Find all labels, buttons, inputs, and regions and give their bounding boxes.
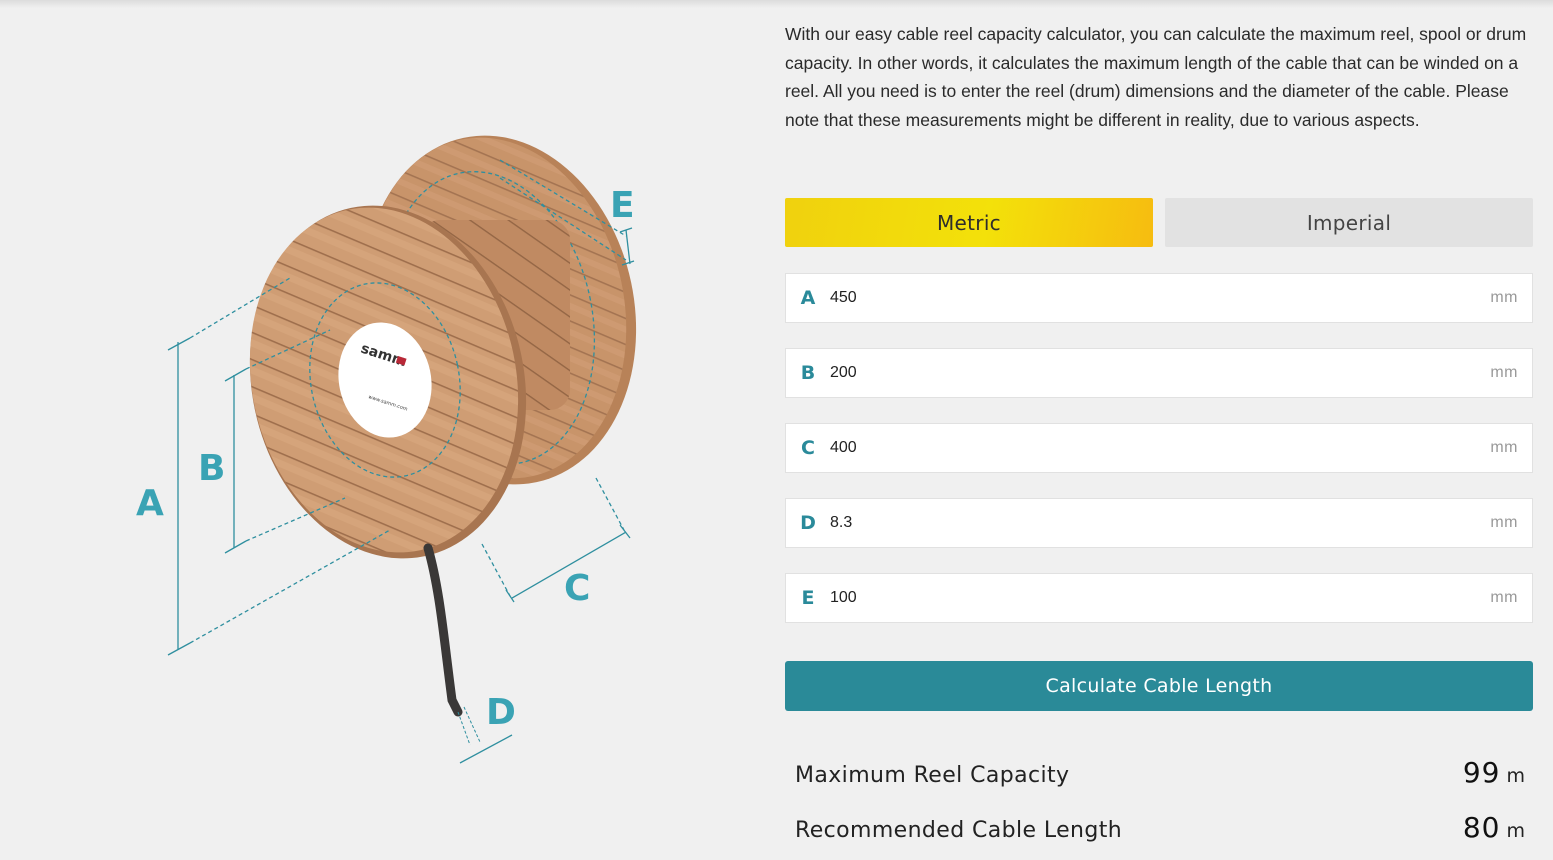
unit-toggle: Metric Imperial [785, 198, 1533, 247]
field-e-input[interactable] [830, 589, 1458, 607]
recommended-length-value: 80 [1462, 811, 1501, 844]
max-capacity-label: Maximum Reel Capacity [795, 763, 1070, 788]
recommended-length-value-group: 80 m [1463, 811, 1525, 844]
intro-text: With our easy cable reel capacity calcul… [785, 24, 1527, 130]
field-e-letter: E [801, 587, 815, 609]
dimension-label-a: A [136, 483, 164, 524]
imperial-button[interactable]: Imperial [1165, 198, 1533, 247]
dimension-label-e: E [610, 185, 635, 226]
field-c-unit: mm [1490, 439, 1518, 456]
max-capacity-value-group: 99 m [1463, 756, 1525, 789]
max-capacity-row: Maximum Reel Capacity 99 m [795, 756, 1525, 796]
field-b-unit: mm [1490, 364, 1518, 381]
dimension-label-c: C [564, 568, 590, 609]
field-a: A mm [785, 273, 1533, 323]
dimension-label-b: B [198, 448, 225, 489]
field-e: E mm [785, 573, 1533, 623]
cable-reel-illustration: samm www.samm.com A B C D E [136, 135, 637, 764]
field-d-unit: mm [1490, 514, 1518, 531]
field-b: B mm [785, 348, 1533, 398]
field-e-unit: mm [1490, 589, 1518, 606]
field-b-letter: B [800, 362, 816, 384]
field-b-input[interactable] [830, 364, 1458, 382]
max-capacity-unit: m [1506, 765, 1525, 787]
field-d-letter: D [800, 512, 816, 534]
field-c-input[interactable] [830, 439, 1458, 457]
field-d-input[interactable] [830, 514, 1458, 532]
field-a-input[interactable] [830, 289, 1458, 307]
recommended-length-label: Recommended Cable Length [795, 818, 1123, 843]
field-c-letter: C [801, 437, 815, 459]
cable [423, 543, 463, 717]
calculate-button[interactable]: Calculate Cable Length [785, 661, 1533, 711]
field-d: D mm [785, 498, 1533, 548]
recommended-length-unit: m [1506, 820, 1525, 842]
field-c: C mm [785, 423, 1533, 473]
dimension-label-d: D [486, 692, 516, 733]
field-a-letter: A [800, 287, 816, 309]
field-a-unit: mm [1490, 289, 1518, 306]
metric-button[interactable]: Metric [785, 198, 1153, 247]
max-capacity-value: 99 [1462, 756, 1501, 789]
recommended-length-row: Recommended Cable Length 80 m [795, 811, 1525, 851]
